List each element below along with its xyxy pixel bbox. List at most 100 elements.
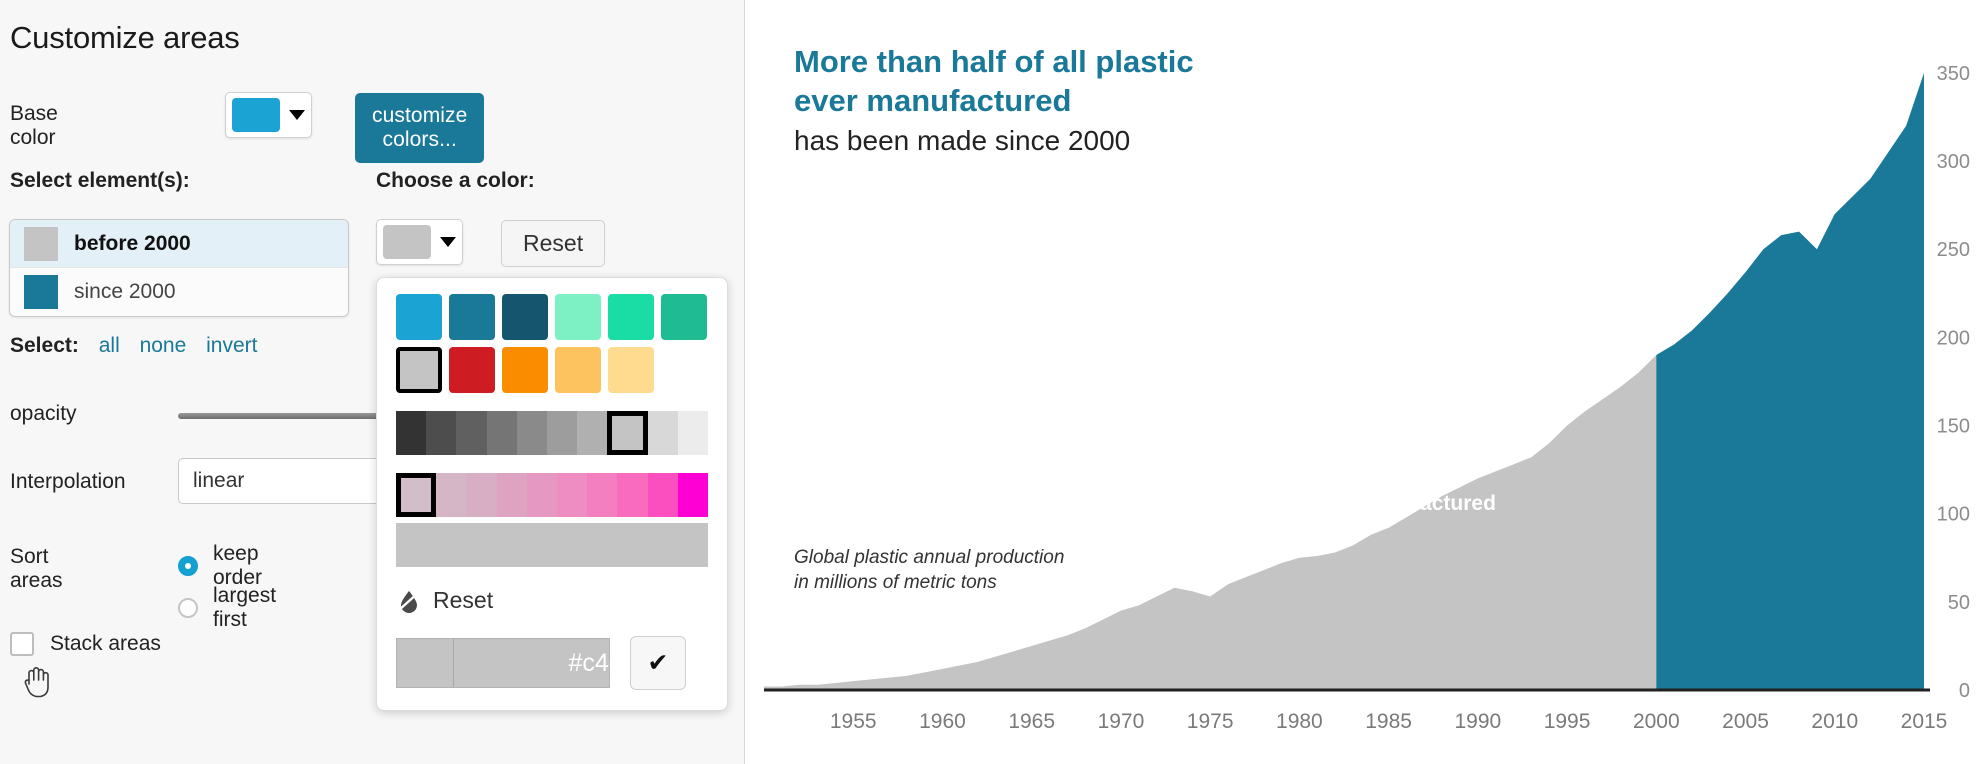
- color-swatch-grid[interactable]: [396, 294, 708, 393]
- select-shortcuts: Select: all none invert: [10, 334, 258, 358]
- y-axis-tick-label: 200: [1937, 327, 1970, 349]
- radio-indicator-icon: [178, 598, 198, 618]
- ramp-cell[interactable]: [496, 473, 527, 517]
- sort-areas-label: Sort areas: [10, 545, 63, 592]
- x-axis-tick-label: 1980: [1276, 710, 1323, 733]
- x-axis-tick-label: 1985: [1365, 710, 1412, 733]
- eyedropper-reset-icon: [398, 590, 419, 613]
- radio-keep-order-label: keep order: [213, 542, 263, 589]
- hex-field[interactable]: [396, 638, 776, 688]
- ramp-cell[interactable]: [607, 411, 648, 455]
- x-axis-tick-label: 1960: [919, 710, 966, 733]
- ramp-cell[interactable]: [486, 411, 517, 455]
- annotation-line-2: ever manufactured: [1308, 492, 1496, 516]
- x-axis-tick-label: 1990: [1454, 710, 1501, 733]
- base-color-picker-button[interactable]: [225, 92, 312, 138]
- x-axis-tick-label: 1955: [830, 710, 877, 733]
- radio-keep-order[interactable]: keep order: [178, 542, 262, 590]
- list-item-label: before 2000: [74, 231, 191, 255]
- ramp-cell[interactable]: [677, 411, 709, 455]
- ramp-cell[interactable]: [456, 411, 487, 455]
- interpolation-select[interactable]: linear: [178, 458, 408, 504]
- hex-input[interactable]: [454, 648, 776, 678]
- base-color-label: Base color: [10, 102, 58, 149]
- ramp-cell[interactable]: [557, 473, 588, 517]
- chart-subtitle: has been made since 2000: [794, 125, 1131, 156]
- picker-reset-label: Reset: [433, 587, 494, 613]
- picker-reset-button[interactable]: Reset: [396, 587, 708, 614]
- list-item[interactable]: since 2000: [10, 268, 348, 316]
- ramp-cell[interactable]: [547, 411, 578, 455]
- interpolation-label: Interpolation: [10, 470, 126, 493]
- color-swatch[interactable]: [449, 347, 495, 393]
- y-axis-tick-label: 300: [1937, 151, 1970, 173]
- ramp-cell[interactable]: [617, 473, 648, 517]
- pink-gradient-ramp[interactable]: [396, 473, 709, 517]
- select-shortcuts-label: Select:: [10, 334, 79, 357]
- color-swatch[interactable]: [555, 347, 601, 393]
- color-swatch[interactable]: [449, 294, 495, 340]
- gray-gradient-ramp[interactable]: [396, 411, 709, 455]
- y-axis-tick-label: 50: [1948, 592, 1970, 614]
- color-key-swatch: [24, 275, 58, 309]
- list-item-label: since 2000: [74, 280, 176, 303]
- color-swatch[interactable]: [661, 347, 707, 393]
- element-list[interactable]: before 2000 since 2000: [9, 219, 349, 317]
- ramp-cell[interactable]: [516, 411, 548, 455]
- select-none-link[interactable]: none: [140, 334, 187, 357]
- chart-title-line-1: More than half of all plastic: [794, 44, 1194, 79]
- radio-largest-first-label: largest first: [213, 584, 277, 631]
- y-axis-tick-label: 250: [1937, 239, 1970, 261]
- x-axis-tick-label: 2005: [1722, 710, 1769, 733]
- y-axis-tick-label: 150: [1937, 416, 1970, 438]
- chosen-color-swatch: [383, 225, 431, 259]
- y-axis-tick-label: 350: [1937, 63, 1970, 85]
- chevron-down-icon: [289, 110, 305, 120]
- color-swatch[interactable]: [502, 294, 548, 340]
- confirm-color-button[interactable]: ✔: [630, 636, 686, 690]
- solid-color-bar[interactable]: [396, 523, 708, 567]
- chart-title: More than half of all plastic ever manuf…: [794, 42, 1194, 120]
- ramp-cell[interactable]: [647, 473, 678, 517]
- stack-areas-label: Stack areas: [50, 632, 161, 655]
- color-swatch[interactable]: [661, 294, 707, 340]
- reset-button[interactable]: Reset: [501, 220, 606, 267]
- color-swatch[interactable]: [396, 347, 442, 393]
- base-color-swatch: [232, 98, 280, 132]
- chart-note: Global plastic annual production in mill…: [794, 545, 1064, 596]
- ramp-cell[interactable]: [526, 473, 558, 517]
- color-swatch[interactable]: [608, 294, 654, 340]
- x-axis-tick-label: 1970: [1098, 710, 1145, 733]
- ramp-cell[interactable]: [396, 473, 437, 517]
- select-invert-link[interactable]: invert: [206, 334, 257, 357]
- ramp-cell[interactable]: [677, 473, 709, 517]
- radio-largest-first[interactable]: largest first: [178, 584, 276, 632]
- color-picker-popover[interactable]: Reset ✔: [376, 277, 776, 711]
- color-swatch[interactable]: [555, 294, 601, 340]
- ramp-cell[interactable]: [647, 411, 678, 455]
- x-axis-tick-label: 1965: [1008, 710, 1055, 733]
- chosen-color-picker-button[interactable]: [376, 219, 463, 265]
- chart-title-line-2: ever manufactured: [794, 83, 1072, 119]
- color-swatch[interactable]: [608, 347, 654, 393]
- ramp-cell[interactable]: [396, 411, 427, 455]
- list-item[interactable]: before 2000: [10, 220, 348, 268]
- customize-colors-button[interactable]: customize colors...: [355, 93, 485, 163]
- checkbox-icon: [10, 632, 34, 656]
- ramp-cell[interactable]: [587, 473, 618, 517]
- color-swatch[interactable]: [502, 347, 548, 393]
- annotation-percent: 59%: [1308, 424, 1375, 461]
- y-axis-tick-label: 0: [1959, 680, 1970, 702]
- ramp-cell[interactable]: [426, 411, 457, 455]
- select-elements-label: Select element(s):: [10, 169, 190, 192]
- select-all-link[interactable]: all: [99, 334, 120, 357]
- page-title: Customize areas: [10, 20, 240, 55]
- ramp-cell[interactable]: [577, 411, 608, 455]
- ramp-cell[interactable]: [466, 473, 497, 517]
- color-swatch[interactable]: [396, 294, 442, 340]
- stack-areas-checkbox[interactable]: Stack areas: [10, 632, 161, 656]
- ramp-cell[interactable]: [436, 473, 467, 517]
- color-key-swatch: [24, 226, 58, 261]
- customize-areas-panel: Customize areas Base color customize col…: [0, 0, 776, 764]
- hex-input-row: ✔: [396, 636, 776, 690]
